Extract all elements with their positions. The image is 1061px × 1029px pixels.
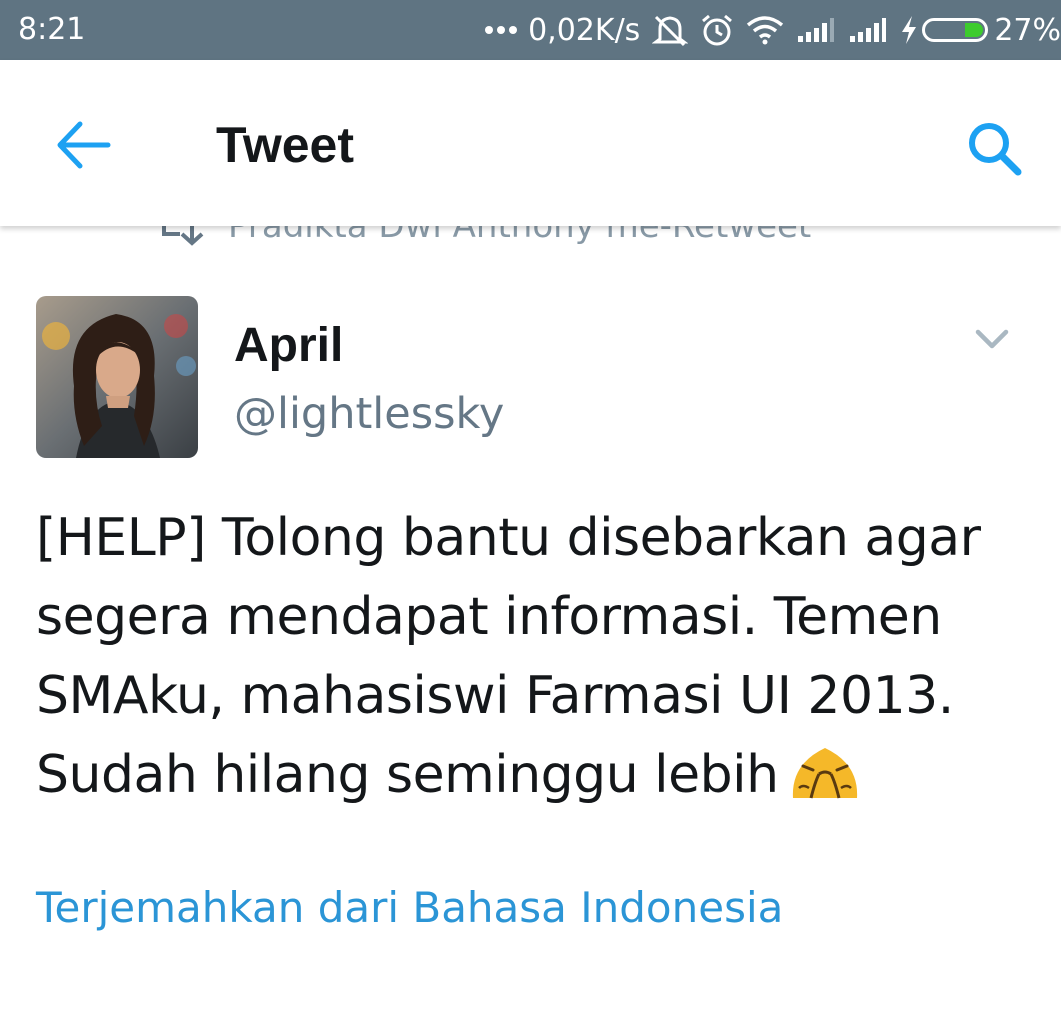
page-title: Tweet bbox=[216, 117, 354, 173]
alarm-icon bbox=[700, 13, 734, 47]
retweet-label: Pradikta Dwi Anthony me-Retweet bbox=[228, 226, 812, 246]
avatar[interactable] bbox=[36, 296, 198, 458]
retweet-icon bbox=[162, 226, 204, 246]
tweet-text-line: SMAku, mahasiswi Farmasi UI 2013. bbox=[36, 666, 954, 726]
wifi-icon bbox=[746, 15, 784, 45]
battery-icon bbox=[922, 18, 989, 42]
search-icon bbox=[969, 123, 1022, 176]
signal-icon bbox=[848, 16, 888, 44]
arrow-left-icon bbox=[57, 121, 111, 169]
tweet-text: [HELP] Tolong bantu disebarkan agar sege… bbox=[36, 499, 1036, 815]
translate-link[interactable]: Terjemahkan dari Bahasa Indonesia bbox=[36, 883, 783, 932]
status-bar: 8:21 0,02K/s 27% bbox=[0, 0, 1061, 60]
retweet-context[interactable]: Pradikta Dwi Anthony me-Retweet bbox=[150, 226, 811, 246]
search-button[interactable] bbox=[964, 118, 1026, 180]
tweet-text-line: Sudah hilang seminggu lebih bbox=[36, 745, 779, 805]
back-button[interactable] bbox=[52, 120, 116, 170]
tweet-text-line: segera mendapat informasi. Temen bbox=[36, 587, 942, 647]
battery-percent: 27% bbox=[994, 12, 1061, 48]
pleading-hands-emoji bbox=[792, 748, 857, 799]
tweet-menu-button[interactable] bbox=[974, 326, 1010, 354]
app-bar: Tweet bbox=[0, 60, 1061, 226]
author-handle[interactable]: @lightlessky bbox=[234, 389, 504, 439]
signal-icon bbox=[796, 16, 836, 44]
status-icons: 0,02K/s 27% bbox=[472, 0, 1061, 60]
net-speed: 0,02K/s bbox=[528, 12, 641, 48]
charging-icon bbox=[900, 15, 918, 45]
tweet-detail: Pradikta Dwi Anthony me-Retweet April @l… bbox=[0, 226, 1061, 1029]
more-dots-icon bbox=[484, 25, 518, 35]
author-name[interactable]: April bbox=[234, 318, 343, 373]
tweet-text-line: [HELP] Tolong bantu disebarkan agar bbox=[36, 508, 981, 568]
status-time: 8:21 bbox=[18, 12, 86, 47]
chevron-down-icon bbox=[975, 329, 1009, 349]
mute-icon bbox=[652, 13, 689, 47]
battery-fill bbox=[965, 23, 984, 37]
tweet-text-line-last: Sudah hilang seminggu lebih bbox=[36, 736, 1036, 815]
